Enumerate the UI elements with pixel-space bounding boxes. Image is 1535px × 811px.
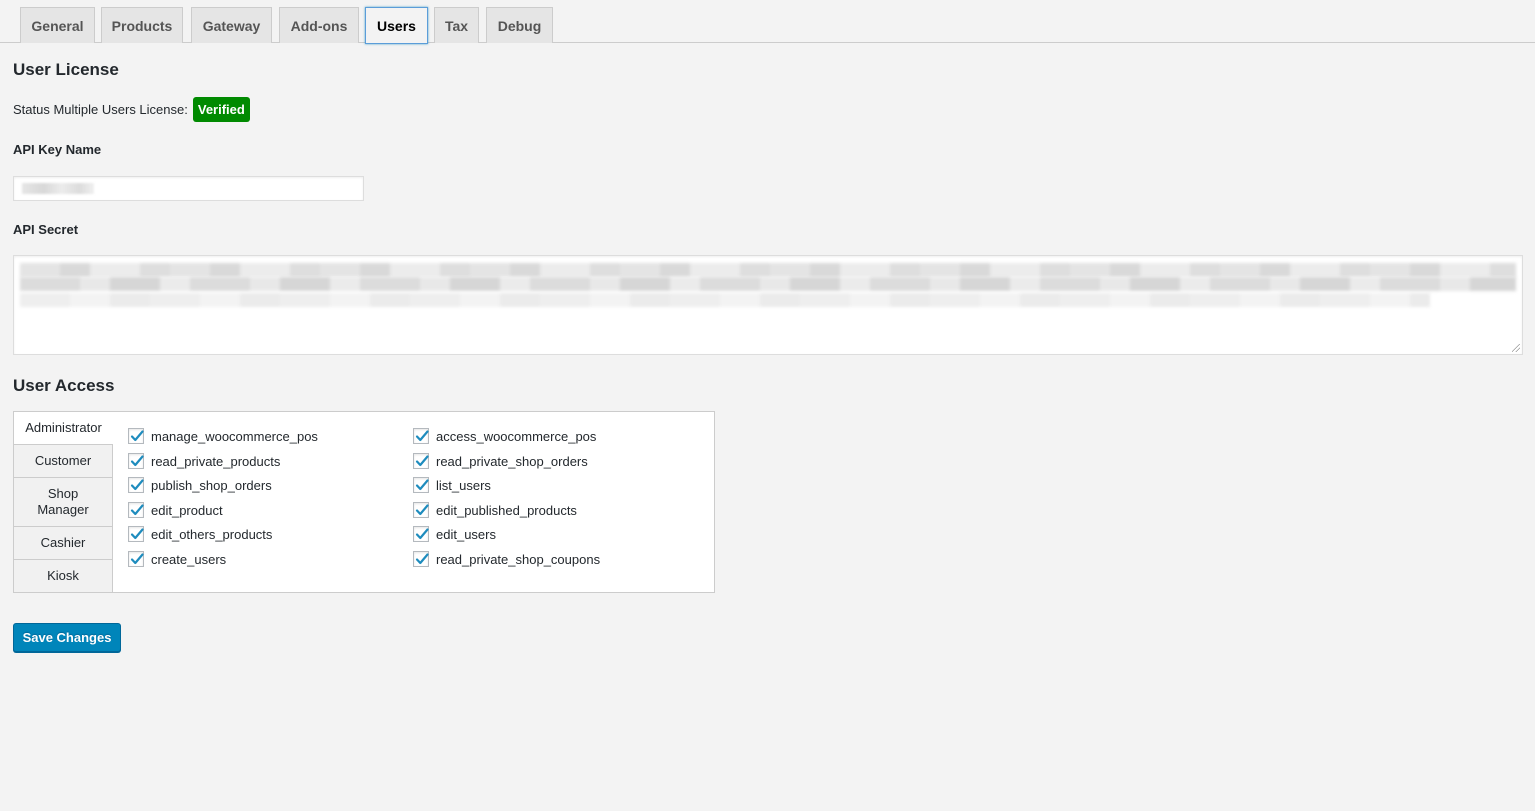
checkbox[interactable] <box>128 526 144 542</box>
checkbox[interactable] <box>128 477 144 493</box>
save-changes-button[interactable]: Save Changes <box>13 623 121 652</box>
tab-tax[interactable]: Tax <box>434 7 479 43</box>
redacted-secret-line <box>20 293 1430 307</box>
capability-item[interactable]: edit_others_products <box>128 524 272 544</box>
capability-label: publish_shop_orders <box>151 477 272 493</box>
capability-label: read_private_shop_coupons <box>436 551 601 567</box>
role-tab-shop-manager[interactable]: Shop Manager <box>14 478 112 527</box>
checkbox[interactable] <box>413 453 429 469</box>
capability-item[interactable]: access_woocommerce_pos <box>413 426 596 446</box>
api-secret-textarea[interactable] <box>13 255 1523 355</box>
capability-item[interactable]: list_users <box>413 475 491 495</box>
role-tab-kiosk[interactable]: Kiosk <box>14 560 112 592</box>
capability-label: manage_woocommerce_pos <box>151 428 318 444</box>
capability-item[interactable]: edit_product <box>128 500 223 520</box>
capability-label: edit_published_products <box>436 502 577 518</box>
checkbox[interactable] <box>413 551 429 567</box>
role-tab-administrator[interactable]: Administrator <box>14 412 113 445</box>
tab-gateway[interactable]: Gateway <box>191 7 272 43</box>
redacted-secret-line <box>20 263 1516 277</box>
resize-handle[interactable] <box>1512 344 1520 352</box>
status-badge: Verified <box>192 97 250 122</box>
capability-label: create_users <box>151 551 227 567</box>
capability-item[interactable]: edit_users <box>413 524 496 544</box>
tab-users[interactable]: Users <box>365 7 428 44</box>
capability-label: edit_others_products <box>151 526 273 542</box>
tab-general[interactable]: General <box>20 7 95 43</box>
capability-item[interactable]: edit_published_products <box>413 500 577 520</box>
capability-item[interactable]: read_private_products <box>128 451 280 471</box>
license-status: Status Multiple Users License: Verified <box>13 96 250 123</box>
capability-item[interactable]: publish_shop_orders <box>128 475 272 495</box>
checkbox[interactable] <box>413 502 429 518</box>
tab-add-ons[interactable]: Add-ons <box>279 7 359 43</box>
capability-item[interactable]: create_users <box>128 549 226 569</box>
api-key-name-input[interactable] <box>13 176 364 201</box>
capability-label: access_woocommerce_pos <box>436 428 597 444</box>
checkbox[interactable] <box>128 428 144 444</box>
user-license-heading: User License <box>13 60 119 79</box>
capability-item[interactable]: manage_woocommerce_pos <box>128 426 318 446</box>
redacted-secret-line <box>20 277 1516 291</box>
tab-debug[interactable]: Debug <box>486 7 553 43</box>
capability-item[interactable]: read_private_shop_coupons <box>413 549 600 569</box>
role-tab-list: Administrator Customer Shop Manager Cash… <box>14 412 113 592</box>
role-tab-customer[interactable]: Customer <box>14 445 112 478</box>
checkbox[interactable] <box>413 477 429 493</box>
capability-label: edit_users <box>436 526 496 542</box>
capability-label: read_private_shop_orders <box>436 453 588 469</box>
tab-products[interactable]: Products <box>101 7 183 43</box>
settings-tab-bar: General Products Gateway Add-ons Users T… <box>0 0 1535 44</box>
checkbox[interactable] <box>413 526 429 542</box>
capability-item[interactable]: read_private_shop_orders <box>413 451 588 471</box>
checkbox[interactable] <box>128 502 144 518</box>
capability-label: list_users <box>436 477 491 493</box>
checkbox[interactable] <box>413 428 429 444</box>
checkbox[interactable] <box>128 551 144 567</box>
user-access-heading: User Access <box>13 376 115 395</box>
checkbox[interactable] <box>128 453 144 469</box>
user-access-panel: Administrator Customer Shop Manager Cash… <box>13 411 715 593</box>
api-key-name-label: API Key Name <box>13 142 102 157</box>
api-secret-label: API Secret <box>13 222 79 237</box>
role-tab-cashier[interactable]: Cashier <box>14 527 112 560</box>
capability-label: read_private_products <box>151 453 281 469</box>
redacted-value <box>22 183 94 194</box>
license-status-label: Status Multiple Users License: <box>13 102 188 117</box>
capability-label: edit_product <box>151 502 223 518</box>
